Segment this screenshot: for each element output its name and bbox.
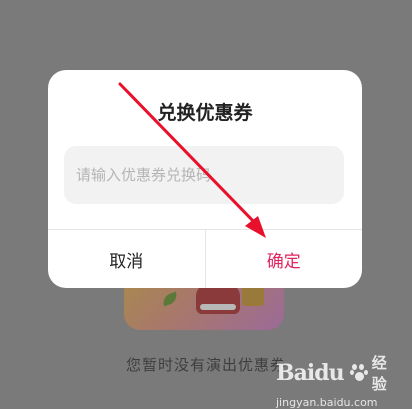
baidu-logo-text: Baidu [276,360,345,386]
leaf-icon [160,291,180,307]
dialog-title: 兑换优惠券 [157,102,253,124]
coupon-code-input[interactable] [64,146,344,204]
confirm-button[interactable]: 确定 [206,230,363,288]
baidu-watermark: Baidu 经验 jingyan.baidu.com [276,352,396,409]
watermark-url: jingyan.baidu.com [276,396,378,409]
cancel-button[interactable]: 取消 [48,230,206,288]
baidu-paw-icon [349,364,368,382]
dialog-button-row: 取消 确定 [48,229,362,288]
shoe-icon [196,284,240,314]
redeem-coupon-dialog: 兑换优惠券 取消 确定 [48,70,362,288]
watermark-label: 经验 [371,354,387,393]
